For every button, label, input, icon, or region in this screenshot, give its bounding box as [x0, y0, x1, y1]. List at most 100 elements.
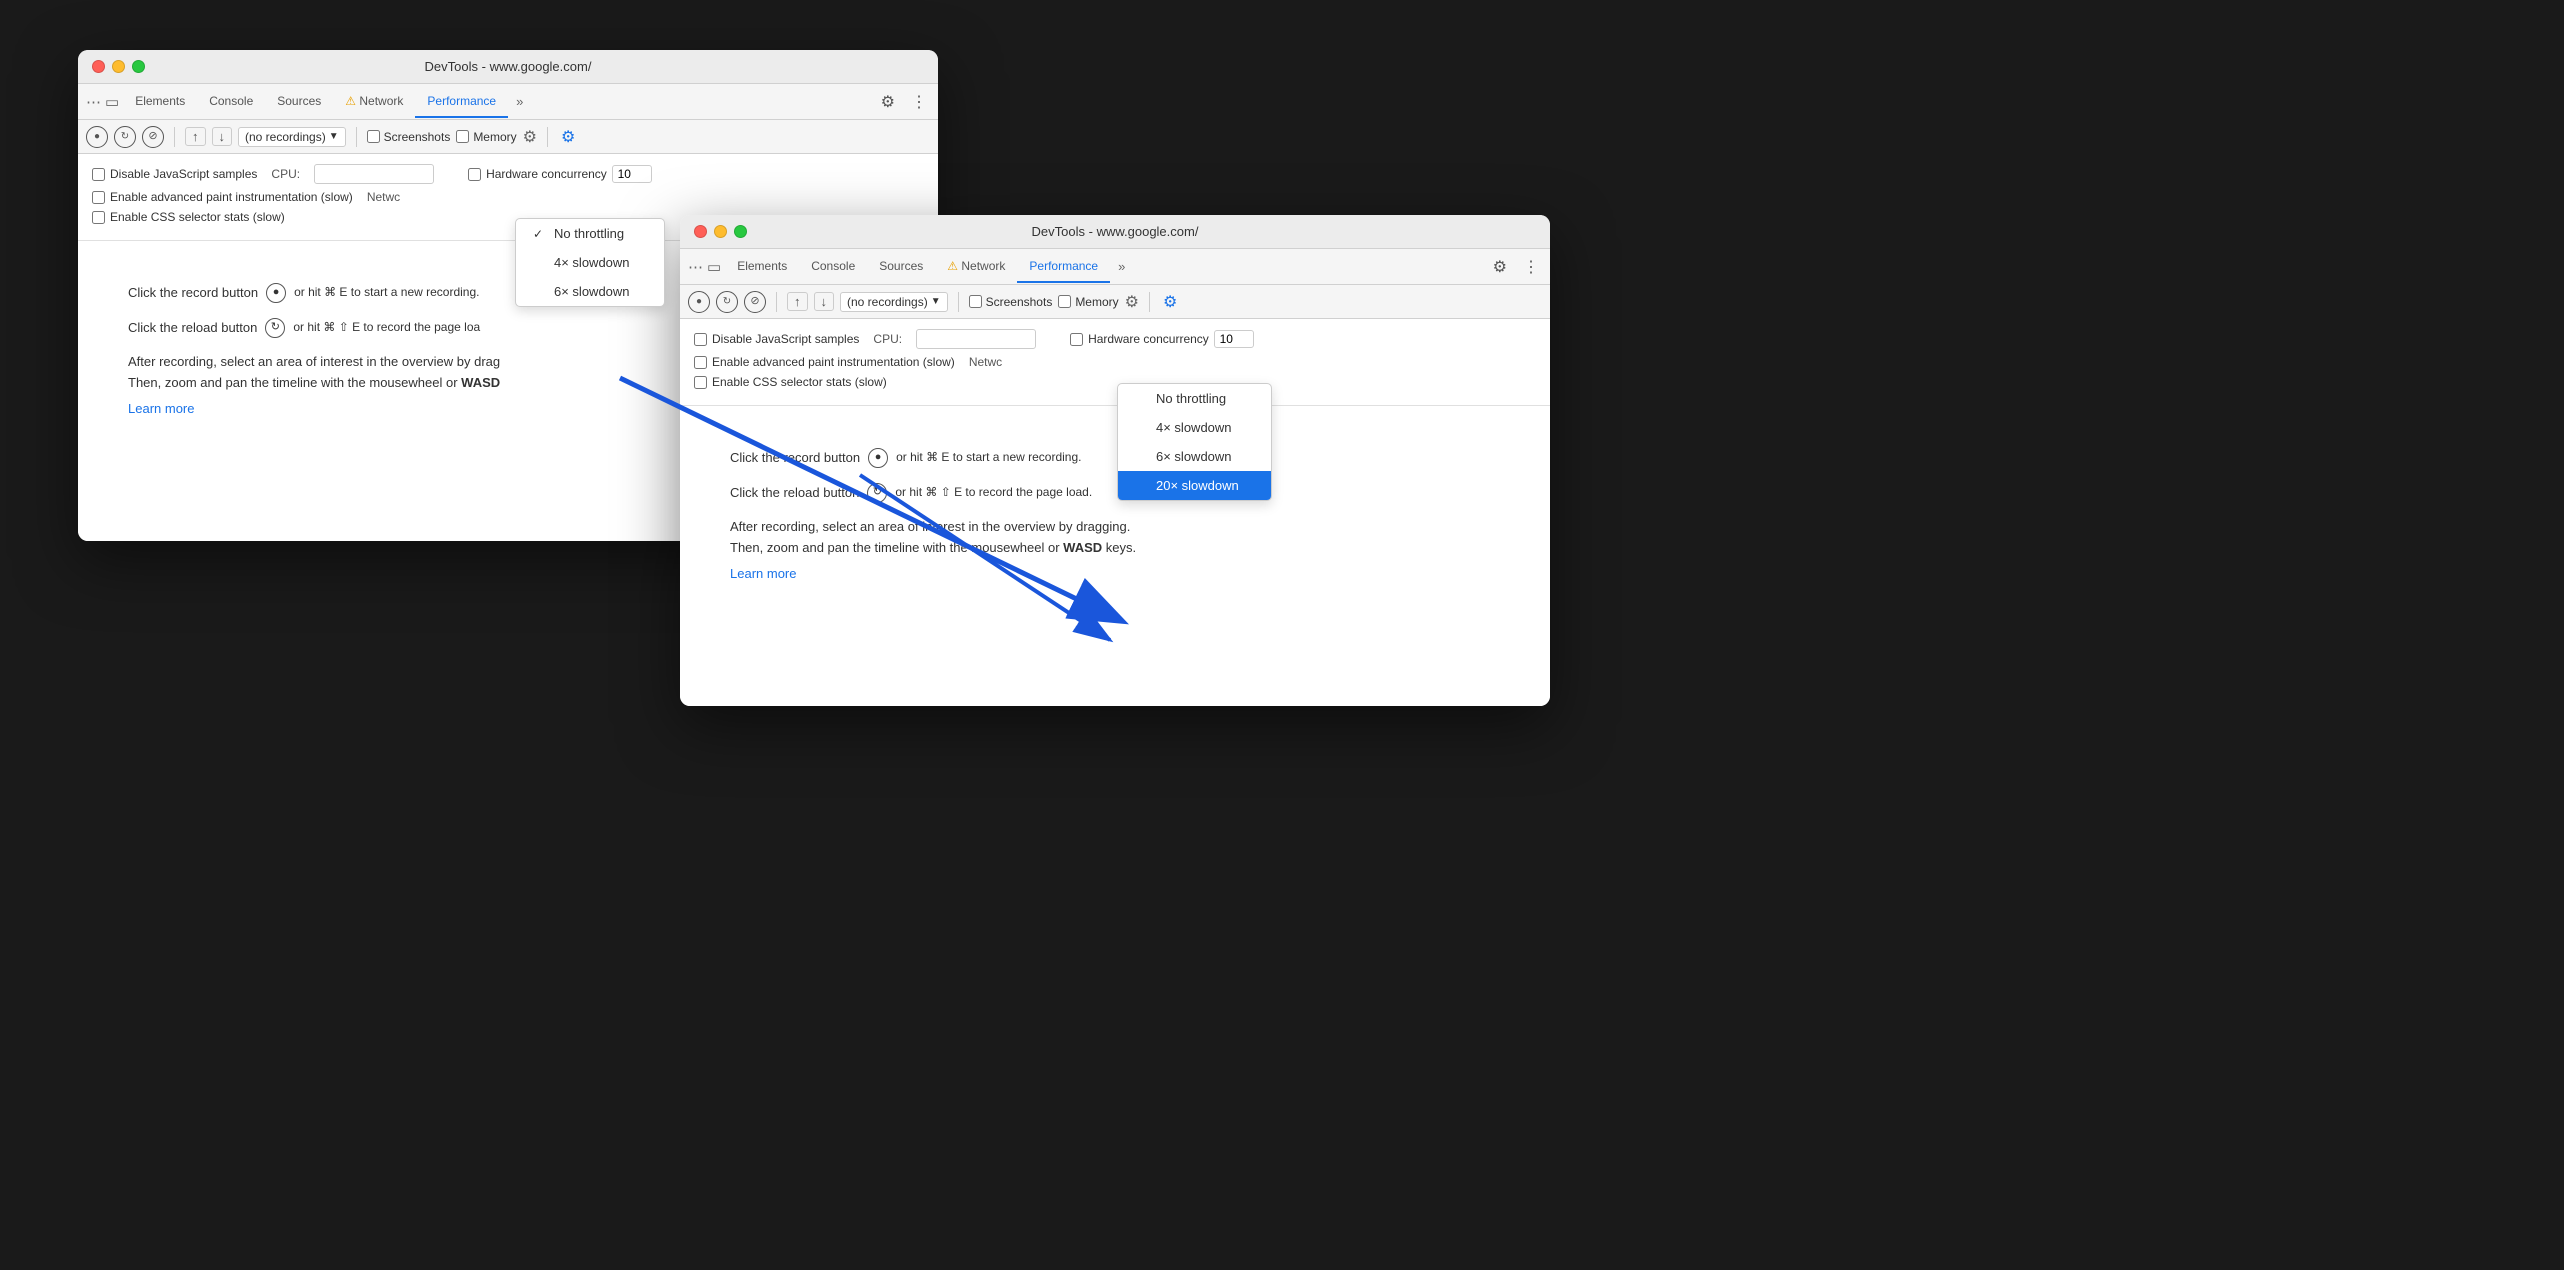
settings-row-2-1: Disable JavaScript samples CPU: Hardware… [694, 329, 1536, 349]
screenshots-checkbox-1[interactable]: Screenshots [367, 130, 451, 144]
learn-more-link-2[interactable]: Learn more [730, 562, 1500, 585]
reload-btn-2[interactable]: ↻ [716, 291, 738, 313]
more-tabs-2[interactable]: » [1110, 255, 1133, 278]
css-selector-checkbox-1[interactable] [92, 211, 105, 224]
advanced-paint-setting-1[interactable]: Enable advanced paint instrumentation (s… [92, 190, 353, 204]
dropdown-item-20x-2[interactable]: 20× slowdown [1118, 471, 1271, 500]
hw-concurrency-checkbox-1[interactable] [468, 168, 481, 181]
css-selector-setting-1[interactable]: Enable CSS selector stats (slow) [92, 210, 285, 224]
record-circle-icon-1: ● [266, 283, 286, 303]
screenshots-check-input-2[interactable] [969, 295, 982, 308]
gear-settings-btn-1[interactable]: ⚙ [558, 124, 578, 150]
cpu-dropdown-1[interactable]: ✓ No throttling 4× slowdown 6× slowdown [515, 218, 665, 307]
cpu-dropdown-2[interactable]: No throttling 4× slowdown 6× slowdown 20… [1117, 383, 1272, 501]
tab-performance-1[interactable]: Performance [415, 86, 508, 118]
titlebar-1: DevTools - www.google.com/ [78, 50, 938, 84]
minimize-button-1[interactable] [112, 60, 125, 73]
device-icon-2[interactable]: ▭ [707, 258, 721, 276]
hardware-concurrency-setting-2[interactable]: Hardware concurrency [1070, 330, 1254, 348]
reload-instruction-2: Click the reload button ↻ or hit ⌘ ⇧ E t… [730, 481, 1500, 504]
maximize-button-2[interactable] [734, 225, 747, 238]
recordings-value-2: (no recordings) [847, 295, 928, 309]
tab-network-1[interactable]: Network [333, 86, 415, 118]
disable-js-checkbox-2[interactable] [694, 333, 707, 346]
clear-btn-2[interactable]: ⊘ [744, 291, 766, 313]
close-button-1[interactable] [92, 60, 105, 73]
settings-row-1: Disable JavaScript samples CPU: Hardware… [92, 164, 924, 184]
tab-network-2[interactable]: Network [935, 251, 1017, 283]
tab-performance-2[interactable]: Performance [1017, 251, 1110, 283]
more-options-icon-1[interactable]: ⋮ [908, 89, 930, 115]
dropdown-item-6x-2[interactable]: 6× slowdown [1118, 442, 1271, 471]
after-paragraph-2: After recording, select an area of inter… [730, 517, 1500, 559]
minimize-button-2[interactable] [714, 225, 727, 238]
disable-js-checkbox-1[interactable] [92, 168, 105, 181]
dropdown-item-4x-2[interactable]: 4× slowdown [1118, 413, 1271, 442]
more-options-icon-2[interactable]: ⋮ [1520, 254, 1542, 280]
dropdown-item-6x-1[interactable]: 6× slowdown [516, 277, 664, 306]
device-icon[interactable]: ▭ [105, 93, 119, 111]
traffic-lights-1 [92, 60, 145, 73]
dropdown-item-no-throttling-2[interactable]: No throttling [1118, 384, 1271, 413]
disable-js-setting-1[interactable]: Disable JavaScript samples [92, 167, 257, 181]
dropdown-item-no-throttling-1[interactable]: ✓ No throttling [516, 219, 664, 248]
settings-icon-1[interactable]: ⚙ [878, 89, 898, 115]
maximize-button-1[interactable] [132, 60, 145, 73]
cpu-label-1: CPU: [271, 167, 300, 181]
network-label-2: Netwc [969, 355, 1002, 369]
settings-row-2-2: Enable advanced paint instrumentation (s… [694, 355, 1536, 369]
screenshots-checkbox-2[interactable]: Screenshots [969, 295, 1053, 309]
settings-icon-2[interactable]: ⚙ [1490, 254, 1510, 280]
recordings-select-1[interactable]: (no recordings) ▼ [238, 127, 346, 147]
disable-js-setting-2[interactable]: Disable JavaScript samples [694, 332, 859, 346]
recording-instructions-2: Click the record button ● or hit ⌘ E to … [730, 446, 1500, 586]
record-btn-1[interactable]: ● [86, 126, 108, 148]
traffic-lights-2 [694, 225, 747, 238]
settings-row-2-3: Enable CSS selector stats (slow) [694, 375, 1536, 389]
memory-checkbox-1[interactable]: Memory [456, 130, 516, 144]
close-button-2[interactable] [694, 225, 707, 238]
record-btn-2[interactable]: ● [688, 291, 710, 313]
throttle-icon-1: ⚙ [523, 127, 537, 147]
inspector-icon-2[interactable]: ⋯ [688, 258, 703, 276]
tab-sources-1[interactable]: Sources [265, 86, 333, 118]
screenshots-check-input-1[interactable] [367, 130, 380, 143]
hardware-concurrency-setting-1[interactable]: Hardware concurrency [468, 165, 652, 183]
window-title-2: DevTools - www.google.com/ [1032, 224, 1199, 239]
gear-settings-btn-2[interactable]: ⚙ [1160, 289, 1180, 315]
css-selector-setting-2[interactable]: Enable CSS selector stats (slow) [694, 375, 887, 389]
toolbar-1: ● ↻ ⊘ ↑ ↓ (no recordings) ▼ Screenshots … [78, 120, 938, 154]
main-content-2: Click the record button ● or hit ⌘ E to … [680, 406, 1550, 706]
hw-concurrency-checkbox-2[interactable] [1070, 333, 1083, 346]
inspector-icon[interactable]: ⋯ [86, 93, 101, 111]
devtools-window-2: DevTools - www.google.com/ ⋯ ▭ Elements … [680, 215, 1550, 706]
download-btn-1[interactable]: ↓ [212, 127, 233, 146]
memory-check-input-1[interactable] [456, 130, 469, 143]
dropdown-item-4x-1[interactable]: 4× slowdown [516, 248, 664, 277]
tab-console-1[interactable]: Console [197, 86, 265, 118]
hw-concurrency-input-2[interactable] [1214, 330, 1254, 348]
network-label-1: Netwc [367, 190, 400, 204]
memory-checkbox-2[interactable]: Memory [1058, 295, 1118, 309]
hw-concurrency-input-1[interactable] [612, 165, 652, 183]
recordings-select-2[interactable]: (no recordings) ▼ [840, 292, 948, 312]
clear-btn-1[interactable]: ⊘ [142, 126, 164, 148]
upload-btn-1[interactable]: ↑ [185, 127, 206, 146]
css-selector-checkbox-2[interactable] [694, 376, 707, 389]
tab-sources-2[interactable]: Sources [867, 251, 935, 283]
tab-elements-1[interactable]: Elements [123, 86, 197, 118]
settings-panel-2: Disable JavaScript samples CPU: Hardware… [680, 319, 1550, 406]
cpu-dropdown-trigger-2[interactable] [916, 329, 1036, 349]
advanced-paint-checkbox-1[interactable] [92, 191, 105, 204]
window-title-1: DevTools - www.google.com/ [425, 59, 592, 74]
upload-btn-2[interactable]: ↑ [787, 292, 808, 311]
memory-check-input-2[interactable] [1058, 295, 1071, 308]
tab-actions-2: ⚙ ⋮ [1490, 254, 1542, 280]
tab-elements-2[interactable]: Elements [725, 251, 799, 283]
more-tabs-1[interactable]: » [508, 90, 531, 113]
reload-btn-1[interactable]: ↻ [114, 126, 136, 148]
advanced-paint-checkbox-2[interactable] [694, 356, 707, 369]
advanced-paint-setting-2[interactable]: Enable advanced paint instrumentation (s… [694, 355, 955, 369]
download-btn-2[interactable]: ↓ [814, 292, 835, 311]
tab-console-2[interactable]: Console [799, 251, 867, 283]
